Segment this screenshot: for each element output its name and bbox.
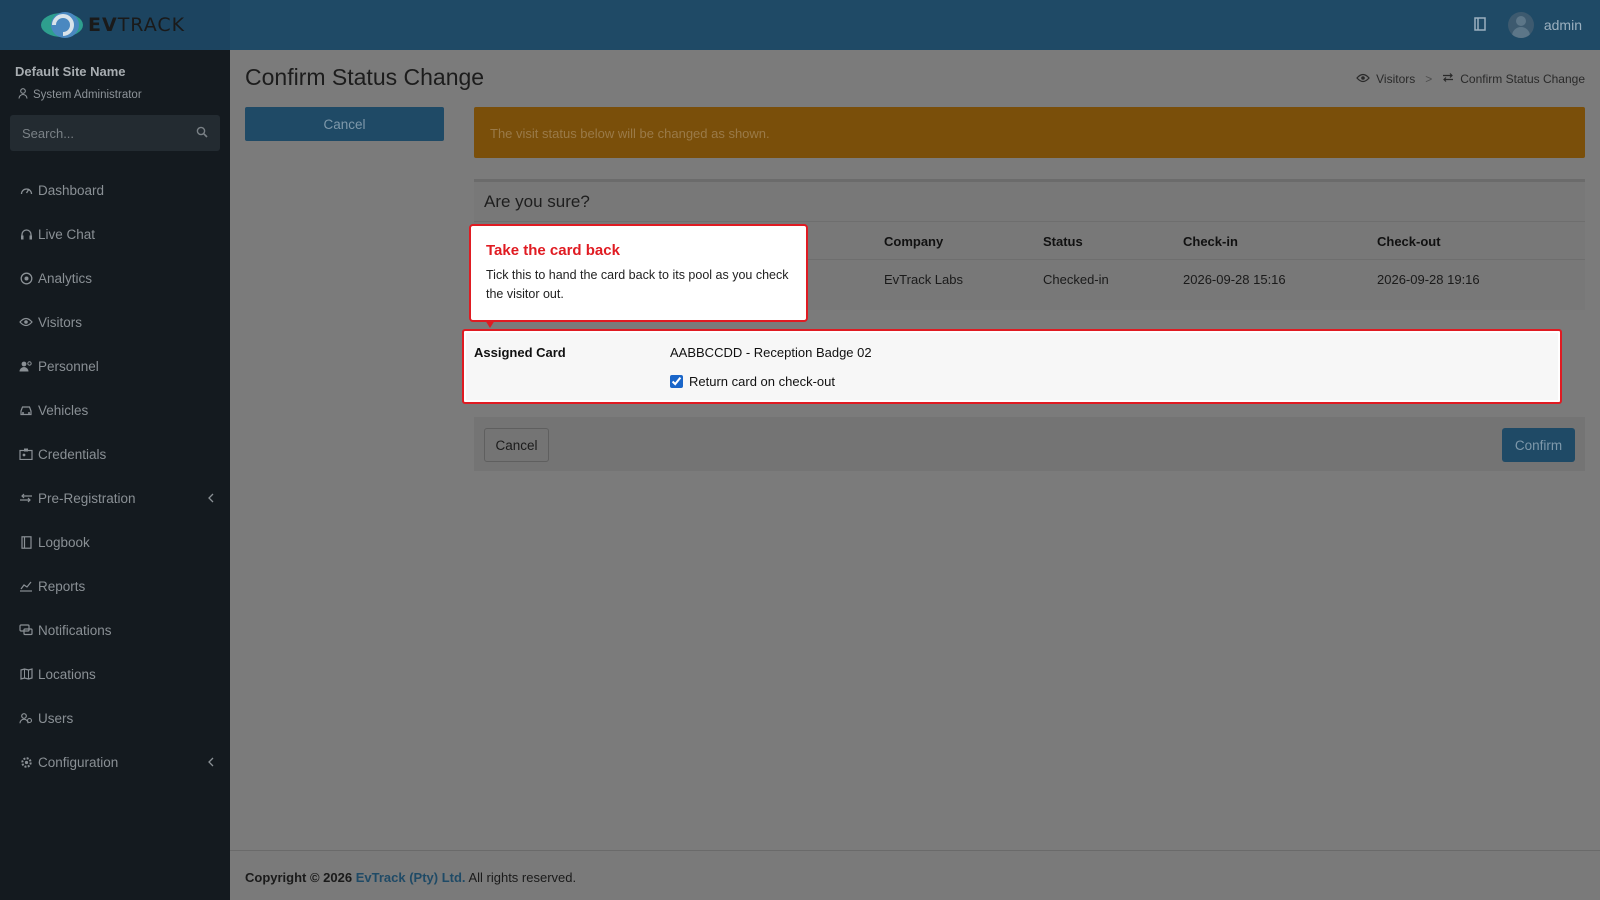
chevron-left-icon[interactable] — [208, 491, 214, 506]
chart-icon — [19, 579, 33, 593]
brand-logo-area[interactable]: EVTRACK — [0, 0, 230, 50]
sidebar-nav: Dashboard Live Chat Analytics Visitors P… — [0, 168, 230, 784]
rights-text: All rights reserved. — [468, 870, 577, 885]
gear-icon — [19, 755, 33, 769]
cell-status: Checked-in — [1043, 272, 1109, 287]
return-card-option[interactable]: Return card on check-out — [670, 374, 835, 389]
sidebar-item-personnel[interactable]: Personnel — [0, 344, 230, 388]
sidebar-item-credentials[interactable]: Credentials — [0, 432, 230, 476]
column-status: Status — [1043, 234, 1083, 249]
search-icon[interactable] — [196, 125, 208, 141]
evtrack-logo-icon — [38, 8, 86, 42]
tooltip-title: Take the card back — [486, 242, 620, 259]
tooltip-body: Tick this to hand the card back to its p… — [486, 268, 789, 301]
side-cancel-button[interactable]: Cancel — [245, 107, 444, 141]
sidebar-item-logbook[interactable]: Logbook — [0, 520, 230, 564]
breadcrumb-parent[interactable]: Visitors — [1376, 72, 1415, 86]
breadcrumb: Visitors > Confirm Status Change — [1356, 72, 1585, 86]
column-check-out: Check-out — [1377, 234, 1441, 249]
book-icon[interactable] — [1474, 16, 1486, 34]
cell-check-out: 2026-09-28 19:16 — [1377, 272, 1480, 287]
eye-icon — [1356, 72, 1370, 86]
copyright-text: Copyright © 2026 — [245, 870, 353, 885]
gauge-icon — [19, 183, 33, 197]
return-card-checkbox[interactable] — [670, 375, 683, 388]
arrows-icon — [19, 491, 33, 505]
sidebar-item-notifications[interactable]: Notifications — [0, 608, 230, 652]
tooltip-arrow-icon — [485, 320, 495, 328]
eye-icon — [19, 315, 33, 329]
user-icon — [18, 88, 28, 102]
map-icon — [19, 667, 33, 681]
car-icon — [19, 403, 33, 417]
search-input[interactable] — [22, 125, 182, 141]
assigned-card-panel: Assigned Card AABBCCDD - Reception Badge… — [462, 329, 1562, 404]
confirm-button[interactable]: Confirm — [1502, 428, 1575, 462]
avatar — [1507, 12, 1534, 38]
status-alert: The visit status below will be changed a… — [474, 107, 1585, 158]
main-content: Confirm Status Change Visitors > Confirm… — [230, 50, 1600, 850]
id-card-icon — [19, 447, 33, 461]
target-icon — [19, 271, 33, 285]
column-check-in: Check-in — [1183, 234, 1238, 249]
sidebar-item-live-chat[interactable]: Live Chat — [0, 212, 230, 256]
sidebar-search — [10, 115, 220, 151]
cell-check-in: 2026-09-28 15:16 — [1183, 272, 1286, 287]
headset-icon — [19, 227, 33, 241]
page-footer: Copyright © 2026 EvTrack (Pty) Ltd. All … — [230, 850, 1600, 900]
user-menu[interactable]: admin — [1507, 12, 1582, 38]
breadcrumb-separator: > — [1425, 72, 1433, 86]
cancel-button[interactable]: Cancel — [484, 428, 549, 462]
sidebar: Default Site Name System Administrator D… — [0, 50, 230, 900]
sidebar-item-configuration[interactable]: Configuration — [0, 740, 230, 784]
chevron-left-icon[interactable] — [208, 755, 214, 770]
user-role: System Administrator — [18, 88, 142, 102]
users-icon — [19, 711, 33, 725]
sidebar-item-dashboard[interactable]: Dashboard — [0, 168, 230, 212]
help-tooltip: Take the card back Tick this to hand the… — [469, 224, 808, 328]
sidebar-item-analytics[interactable]: Analytics — [0, 256, 230, 300]
top-bar: EVTRACK admin — [0, 0, 1600, 50]
sidebar-item-vehicles[interactable]: Vehicles — [0, 388, 230, 432]
sidebar-item-visitors[interactable]: Visitors — [0, 300, 230, 344]
breadcrumb-current: Confirm Status Change — [1460, 72, 1585, 86]
site-name: Default Site Name — [15, 64, 126, 79]
confirm-box-header: Are you sure? — [474, 182, 1585, 222]
sidebar-item-users[interactable]: Users — [0, 696, 230, 740]
column-company: Company — [884, 234, 944, 249]
company-link[interactable]: EvTrack (Pty) Ltd. — [356, 870, 466, 885]
action-bar: Cancel Confirm — [474, 417, 1585, 471]
user-name: admin — [1543, 17, 1582, 33]
page-title: Confirm Status Change — [245, 64, 485, 90]
return-card-label: Return card on check-out — [689, 374, 835, 389]
sidebar-item-pre-registration[interactable]: Pre-Registration — [0, 476, 230, 520]
assigned-card-label: Assigned Card — [474, 345, 566, 360]
chat-icon — [19, 623, 33, 637]
book-icon — [19, 535, 33, 549]
swap-icon — [1442, 72, 1454, 86]
user-group-icon — [19, 359, 33, 373]
assigned-card-value: AABBCCDD - Reception Badge 02 — [670, 345, 872, 360]
sidebar-item-reports[interactable]: Reports — [0, 564, 230, 608]
cell-company: EvTrack Labs — [884, 272, 963, 287]
brand-name: EVTRACK — [88, 14, 186, 36]
sidebar-item-locations[interactable]: Locations — [0, 652, 230, 696]
